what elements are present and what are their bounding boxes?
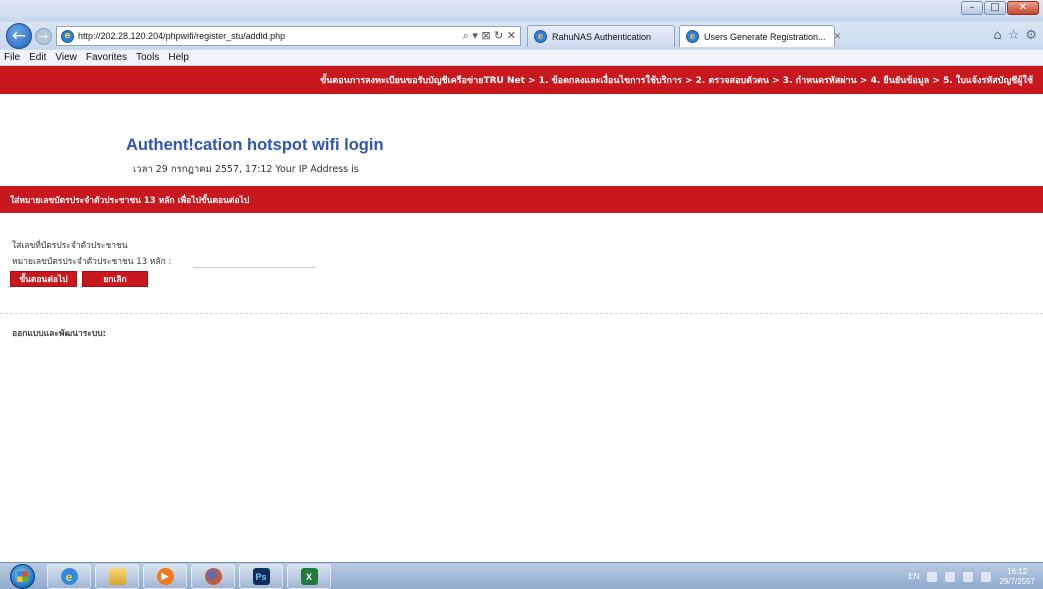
window-titlebar: – □ ✕ [0, 0, 1043, 22]
volume-icon[interactable] [945, 571, 956, 582]
maximize-button[interactable]: □ [984, 1, 1006, 15]
tab-label: Users Generate Registration... [704, 31, 826, 42]
close-tab-icon[interactable]: ✕ [834, 31, 842, 42]
system-clock[interactable]: 16:12 29/7/2557 [999, 567, 1035, 587]
arrow-right-icon: → [38, 30, 49, 43]
tab-users-generate[interactable]: e Users Generate Registration... ✕ [679, 25, 841, 47]
menu-bar: File Edit View Favorites Tools Help [0, 50, 1043, 66]
page-subtitle: เวลา 29 กรกฎาคม 2557, 17:12 Your IP Addr… [133, 164, 359, 175]
star-icon[interactable]: ☆ [1008, 28, 1020, 43]
address-url[interactable]: http://202.28.120.204/phpwifi/register_s… [78, 31, 285, 41]
action-center-icon[interactable] [981, 571, 992, 582]
menu-help[interactable]: Help [168, 52, 189, 63]
menu-favorites[interactable]: Favorites [86, 52, 127, 63]
divider [0, 313, 1043, 314]
clock-date: 29/7/2557 [999, 576, 1035, 586]
address-bar[interactable]: e http://202.28.120.204/phpwifi/register… [56, 26, 521, 46]
id-number-label: หมายเลขบัตรประจำตัวประชาชน 13 หลัก : [12, 257, 172, 267]
footer-credit: ออกแบบและพัฒนาระบบ: [12, 329, 107, 339]
browser-navbar: ← → e http://202.28.120.204/phpwifi/regi… [0, 22, 1043, 50]
clock-time: 16:12 [1007, 566, 1028, 576]
close-window-button[interactable]: ✕ [1007, 1, 1039, 15]
instruction-bar: ใส่หมายเลขบัตรประจำตัวประชาชน 13 หลัก เพ… [0, 186, 1043, 213]
start-button[interactable] [10, 564, 35, 589]
back-button[interactable]: ← [6, 23, 32, 49]
tab-rahunas[interactable]: e RahuNAS Authentication [527, 25, 675, 47]
firefox-icon [204, 568, 222, 585]
menu-tools[interactable]: Tools [136, 52, 159, 63]
browser-toolbar-icons: ⌂ ☆ ⚙ [993, 28, 1037, 43]
home-icon[interactable]: ⌂ [993, 28, 1001, 43]
show-hidden-icons-icon[interactable] [927, 571, 938, 582]
excel-icon: X [300, 568, 318, 585]
tab-favicon-icon: e [534, 30, 547, 43]
arrow-left-icon: ← [11, 25, 27, 46]
page-title: Authent!cation hotspot wifi login [126, 136, 384, 154]
id-number-input[interactable] [193, 255, 316, 268]
address-actions[interactable]: ⌕ ▾ ⊠ ↻ ✕ [463, 29, 516, 43]
taskbar-item-photoshop[interactable]: Ps [239, 564, 283, 589]
tab-label: RahuNAS Authentication [552, 31, 652, 42]
system-tray: EN 16:12 29/7/2557 [908, 563, 1035, 589]
taskbar-item-excel[interactable]: X [287, 564, 331, 589]
taskbar-item-media-player[interactable]: ▶ [143, 564, 187, 589]
gear-icon[interactable]: ⚙ [1025, 28, 1037, 43]
taskbar-item-firefox[interactable] [191, 564, 235, 589]
field-heading: ใส่เลขที่บัตรประจำตัวประชาชน [12, 241, 128, 251]
tab-favicon-icon: e [686, 30, 699, 43]
media-player-icon: ▶ [156, 568, 174, 585]
registration-steps-bar: ขั้นตอนการลงทะเบียนขอรับบัญชีเครือข่ายTR… [0, 66, 1043, 94]
registration-steps: ขั้นตอนการลงทะเบียนขอรับบัญชีเครือข่ายTR… [320, 76, 1033, 86]
window-controls: – □ ✕ [961, 1, 1039, 15]
page-favicon-icon: e [61, 29, 74, 43]
taskbar-item-file-explorer[interactable] [95, 564, 139, 589]
menu-edit[interactable]: Edit [29, 52, 46, 63]
forward-button[interactable]: → [35, 28, 52, 45]
taskbar-item-internet-explorer[interactable]: e [47, 564, 91, 589]
network-icon[interactable] [963, 571, 974, 582]
internet-explorer-icon: e [60, 568, 78, 585]
windows-taskbar: e ▶ Ps X EN 16:12 29/7/2557 [0, 562, 1043, 589]
language-indicator[interactable]: EN [908, 572, 919, 581]
minimize-button[interactable]: – [961, 1, 983, 15]
menu-file[interactable]: File [4, 52, 20, 63]
instruction-text: ใส่หมายเลขบัตรประจำตัวประชาชน 13 หลัก เพ… [10, 195, 250, 206]
menu-view[interactable]: View [55, 52, 77, 63]
cancel-button[interactable]: ยกเลิก [82, 271, 148, 287]
folder-icon [108, 568, 126, 585]
photoshop-icon: Ps [252, 568, 270, 585]
next-step-button[interactable]: ขั้นตอนต่อไป [10, 271, 77, 287]
